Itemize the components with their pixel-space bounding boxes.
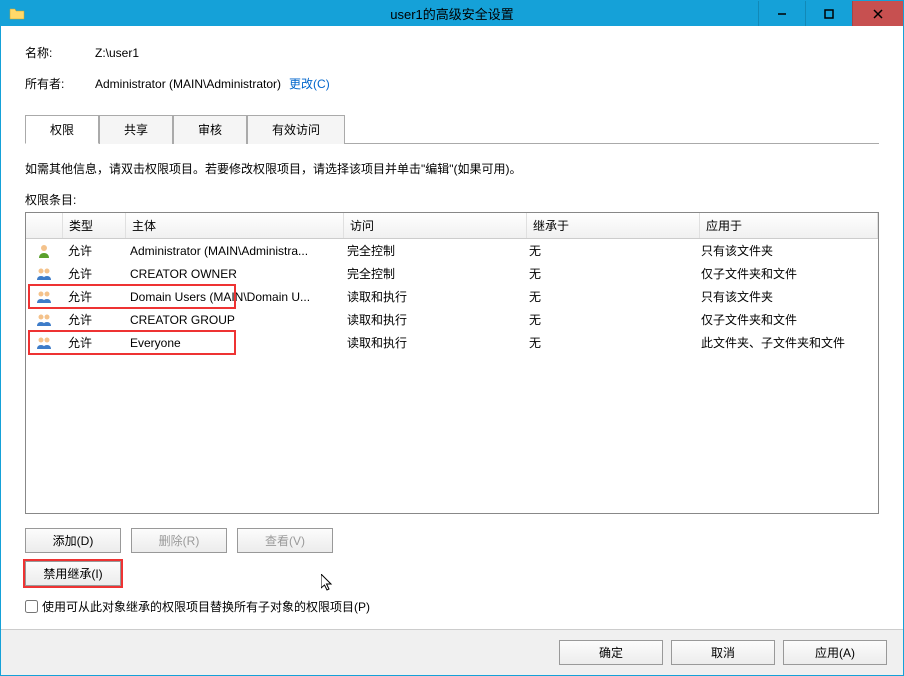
entries-label: 权限条目: (25, 191, 879, 208)
group-icon (26, 264, 62, 284)
col-inherited-from[interactable]: 继承于 (527, 213, 700, 238)
row-inherited-from: 无 (523, 286, 695, 307)
row-access: 完全控制 (341, 240, 523, 261)
row-type: 允许 (62, 332, 124, 353)
table-row[interactable]: 允许Administrator (MAIN\Administra...完全控制无… (26, 239, 878, 262)
tab-share[interactable]: 共享 (99, 115, 173, 144)
content-area: 名称: Z:\user1 所有者: Administrator (MAIN\Ad… (1, 26, 903, 629)
cancel-button[interactable]: 取消 (671, 640, 775, 665)
table-row[interactable]: 允许Domain Users (MAIN\Domain U...读取和执行无只有… (26, 285, 878, 308)
remove-button: 删除(R) (131, 528, 227, 553)
table-row[interactable]: 允许CREATOR GROUP读取和执行无仅子文件夹和文件 (26, 308, 878, 331)
tab-permissions[interactable]: 权限 (25, 115, 99, 144)
window-title: user1的高级安全设置 (1, 4, 903, 23)
row-type: 允许 (62, 240, 124, 261)
user-icon (26, 241, 62, 261)
replace-child-permissions-checkbox[interactable] (25, 600, 38, 613)
replace-child-permissions-label: 使用可从此对象继承的权限项目替换所有子对象的权限项目(P) (42, 598, 370, 615)
name-row: 名称: Z:\user1 (25, 44, 879, 61)
row-applies-to: 仅子文件夹和文件 (695, 309, 878, 330)
hint-text: 如需其他信息，请双击权限项目。若要修改权限项目，请选择该项目并单击"编辑"(如果… (25, 160, 879, 177)
tab-strip: 权限 共享 审核 有效访问 (25, 114, 879, 144)
row-principal: Everyone (124, 334, 341, 352)
bottom-bar: 确定 取消 应用(A) (1, 629, 903, 675)
owner-value: Administrator (MAIN\Administrator) (95, 77, 281, 91)
row-access: 完全控制 (341, 263, 523, 284)
row-access: 读取和执行 (341, 309, 523, 330)
owner-row: 所有者: Administrator (MAIN\Administrator) … (25, 75, 879, 92)
row-principal: Administrator (MAIN\Administra... (124, 242, 341, 260)
group-icon (26, 287, 62, 307)
tab-effective-access[interactable]: 有效访问 (247, 115, 345, 144)
row-type: 允许 (62, 286, 124, 307)
group-icon (26, 333, 62, 353)
titlebar[interactable]: user1的高级安全设置 (1, 1, 903, 26)
row-principal: Domain Users (MAIN\Domain U... (124, 288, 341, 306)
row-applies-to: 仅子文件夹和文件 (695, 263, 878, 284)
apply-button[interactable]: 应用(A) (783, 640, 887, 665)
name-label: 名称: (25, 44, 95, 61)
col-icon[interactable] (26, 213, 63, 238)
tab-audit[interactable]: 审核 (173, 115, 247, 144)
row-applies-to: 只有该文件夹 (695, 286, 878, 307)
col-principal[interactable]: 主体 (126, 213, 344, 238)
row-inherited-from: 无 (523, 332, 695, 353)
col-applies-to[interactable]: 应用于 (700, 213, 878, 238)
security-settings-window: user1的高级安全设置 名称: Z:\user1 所有者: Administr… (0, 0, 904, 676)
owner-label: 所有者: (25, 75, 95, 92)
row-inherited-from: 无 (523, 240, 695, 261)
ok-button[interactable]: 确定 (559, 640, 663, 665)
row-principal: CREATOR OWNER (124, 265, 341, 283)
row-inherited-from: 无 (523, 309, 695, 330)
table-row[interactable]: 允许Everyone读取和执行无此文件夹、子文件夹和文件 (26, 331, 878, 354)
permission-grid: 类型 主体 访问 继承于 应用于 允许Administrator (MAIN\A… (25, 212, 879, 514)
col-access[interactable]: 访问 (344, 213, 527, 238)
row-access: 读取和执行 (341, 286, 523, 307)
row-type: 允许 (62, 309, 124, 330)
row-type: 允许 (62, 263, 124, 284)
row-access: 读取和执行 (341, 332, 523, 353)
change-owner-link[interactable]: 更改(C) (289, 75, 330, 92)
col-type[interactable]: 类型 (63, 213, 126, 238)
view-button: 查看(V) (237, 528, 333, 553)
row-applies-to: 只有该文件夹 (695, 240, 878, 261)
grid-header: 类型 主体 访问 继承于 应用于 (26, 213, 878, 239)
name-value: Z:\user1 (95, 46, 139, 60)
grid-body: 允许Administrator (MAIN\Administra...完全控制无… (26, 239, 878, 354)
table-row[interactable]: 允许CREATOR OWNER完全控制无仅子文件夹和文件 (26, 262, 878, 285)
row-inherited-from: 无 (523, 263, 695, 284)
disable-inheritance-button[interactable]: 禁用继承(I) (25, 561, 121, 586)
row-applies-to: 此文件夹、子文件夹和文件 (695, 332, 878, 353)
add-button[interactable]: 添加(D) (25, 528, 121, 553)
group-icon (26, 310, 62, 330)
row-principal: CREATOR GROUP (124, 311, 341, 329)
